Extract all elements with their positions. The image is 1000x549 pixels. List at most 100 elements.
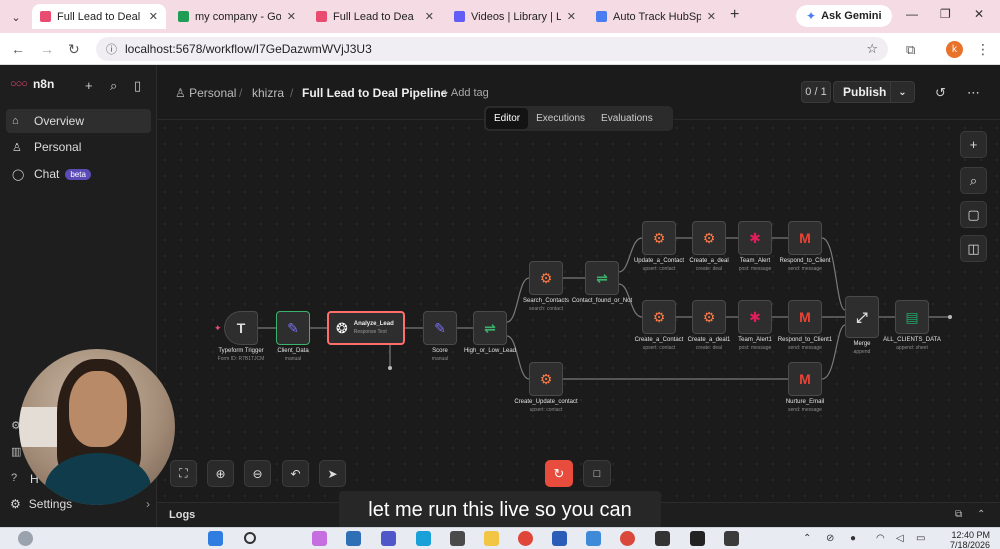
publish-button[interactable]: Publish ⌄ bbox=[833, 81, 915, 103]
breadcrumb-folder[interactable]: khizra bbox=[252, 86, 284, 100]
node-typeform[interactable]: T bbox=[224, 311, 258, 345]
node-team-alert[interactable]: ✱ bbox=[738, 221, 772, 255]
undo-button[interactable]: ↶ bbox=[282, 460, 309, 487]
copilot-icon[interactable] bbox=[312, 531, 327, 546]
tab-evaluations[interactable]: Evaluations bbox=[593, 108, 661, 129]
node-analyze[interactable]: ❂ Analyze_Lead Response Text bbox=[327, 311, 405, 345]
notepad-icon[interactable] bbox=[586, 531, 601, 546]
node-update-contact[interactable]: ⚙ bbox=[642, 221, 676, 255]
sidebar-item-personal[interactable]: ♙ Personal bbox=[6, 135, 151, 159]
search-icon[interactable]: ⌕ bbox=[110, 78, 117, 94]
popout-icon[interactable]: ⧉ bbox=[955, 509, 962, 520]
node-client-data[interactable]: ✎ bbox=[276, 311, 310, 345]
node-merge[interactable]: ⤢ bbox=[845, 296, 879, 338]
browser-tab-2[interactable]: my company - Goo ✕ bbox=[170, 4, 304, 29]
help-icon[interactable]: ? bbox=[11, 472, 17, 484]
close-tab-icon[interactable]: ✕ bbox=[287, 10, 296, 23]
notifications-off-icon[interactable]: ⊘ bbox=[826, 533, 834, 544]
ask-gemini-button[interactable]: ✦ Ask Gemini bbox=[796, 5, 892, 27]
close-tab-icon[interactable]: ✕ bbox=[425, 10, 434, 23]
node-nurture[interactable]: M bbox=[788, 362, 822, 396]
bookmark-star-icon[interactable]: ☆ bbox=[866, 41, 878, 57]
word-icon[interactable] bbox=[552, 531, 567, 546]
tab-search-icon[interactable]: ⌄ bbox=[6, 7, 26, 27]
run-workflow-button[interactable]: ↻ bbox=[545, 460, 573, 487]
chrome-profile-icon[interactable] bbox=[620, 531, 635, 546]
tab-executions[interactable]: Executions bbox=[528, 108, 593, 129]
address-bar[interactable]: ⓘ localhost:5678/workflow/I7GeDazwmWVjJ3… bbox=[96, 37, 888, 61]
chevron-down-icon[interactable]: ⌄ bbox=[890, 82, 914, 102]
volume-icon[interactable]: ◁ bbox=[896, 533, 904, 544]
n8n-logo[interactable]: ○○○ n8n bbox=[10, 77, 54, 91]
toggle-panel-button[interactable]: ◫ bbox=[960, 235, 987, 262]
chrome-icon[interactable] bbox=[518, 531, 533, 546]
windows-start-icon[interactable] bbox=[208, 531, 223, 546]
browser-tab-1[interactable]: Full Lead to Deal ✕ bbox=[32, 4, 166, 29]
add-tag-button[interactable]: + Add tag bbox=[442, 87, 489, 99]
close-tab-icon[interactable]: ✕ bbox=[707, 10, 716, 23]
breadcrumb-personal[interactable]: ♙ Personal bbox=[175, 86, 236, 100]
browser-tab-3[interactable]: Full Lead to Dea ✕ bbox=[308, 4, 442, 29]
weather-icon[interactable] bbox=[18, 531, 33, 546]
search-icon[interactable] bbox=[244, 532, 256, 544]
node-high-low[interactable]: ⇌ bbox=[473, 311, 507, 345]
chevron-up-icon[interactable]: ⌃ bbox=[977, 509, 985, 520]
node-create-update[interactable]: ⚙ bbox=[529, 362, 563, 396]
back-arrow-icon[interactable]: ← bbox=[11, 41, 25, 57]
node-respond1[interactable]: M bbox=[788, 300, 822, 334]
zoom-in-button[interactable]: ⊕ bbox=[207, 460, 234, 487]
settings-app-icon[interactable] bbox=[655, 531, 670, 546]
zoom-out-button[interactable]: ⊖ bbox=[244, 460, 271, 487]
collapse-sidebar-icon[interactable]: ▯ bbox=[134, 78, 141, 94]
fit-view-button[interactable]: ⛶ bbox=[170, 460, 197, 487]
add-node-button[interactable]: + bbox=[960, 131, 987, 158]
close-tab-icon[interactable]: ✕ bbox=[149, 10, 158, 23]
restore-icon[interactable]: ❐ bbox=[940, 7, 951, 21]
store-icon[interactable] bbox=[346, 531, 361, 546]
microphone-icon[interactable]: ● bbox=[850, 533, 856, 544]
node-create-contact[interactable]: ⚙ bbox=[642, 300, 676, 334]
browser-tab-4[interactable]: Videos | Library | Lo ✕ bbox=[446, 4, 584, 29]
profile-avatar[interactable]: k bbox=[946, 41, 963, 58]
wifi-icon[interactable]: ◠ bbox=[876, 533, 885, 544]
node-create-deal1[interactable]: ⚙ bbox=[692, 300, 726, 334]
tidy-up-button[interactable]: ➤ bbox=[319, 460, 346, 487]
sticky-note-button[interactable]: ▢ bbox=[960, 201, 987, 228]
search-nodes-button[interactable]: ⌕ bbox=[960, 167, 987, 194]
terminal-icon[interactable] bbox=[690, 531, 705, 546]
close-window-icon[interactable]: ✕ bbox=[974, 7, 984, 21]
battery-icon[interactable]: ▭ bbox=[916, 533, 925, 544]
history-icon[interactable]: ↺ bbox=[935, 85, 946, 101]
stop-button[interactable]: □ bbox=[583, 460, 611, 487]
n8n-favicon-icon bbox=[316, 11, 327, 22]
system-clock[interactable]: 12:40 PM 7/18/2026 bbox=[940, 530, 990, 549]
workflow-title[interactable]: Full Lead to Deal Pipeline bbox=[302, 86, 447, 100]
extensions-icon[interactable]: ⧉ bbox=[906, 42, 915, 58]
node-search[interactable]: ⚙ bbox=[529, 261, 563, 295]
edge-icon[interactable] bbox=[416, 531, 431, 546]
close-tab-icon[interactable]: ✕ bbox=[567, 10, 576, 23]
node-all-clients[interactable]: ▤ bbox=[895, 300, 929, 334]
teams-icon[interactable] bbox=[381, 531, 396, 546]
chevron-up-icon[interactable]: ⌃ bbox=[803, 533, 811, 544]
breadcrumb-separator: / bbox=[239, 86, 243, 100]
forward-arrow-icon[interactable]: → bbox=[40, 41, 54, 57]
sidebar-item-chat[interactable]: ◯ Chat beta bbox=[6, 162, 151, 186]
browser-menu-icon[interactable]: ⋮ bbox=[976, 41, 990, 58]
browser-tab-5[interactable]: Auto Track HubSpo ✕ bbox=[588, 4, 724, 29]
reload-icon[interactable]: ↻ bbox=[68, 41, 80, 58]
file-explorer-icon[interactable] bbox=[484, 531, 499, 546]
node-create-deal[interactable]: ⚙ bbox=[692, 221, 726, 255]
node-respond[interactable]: M bbox=[788, 221, 822, 255]
sidebar-item-overview[interactable]: ⌂ Overview bbox=[6, 109, 151, 133]
more-options-icon[interactable]: ⋯ bbox=[967, 85, 980, 101]
site-info-icon[interactable]: ⓘ bbox=[106, 41, 117, 57]
tab-editor[interactable]: Editor bbox=[486, 108, 529, 129]
node-team-alert1[interactable]: ✱ bbox=[738, 300, 772, 334]
app-icon[interactable] bbox=[450, 531, 465, 546]
add-icon[interactable]: + bbox=[85, 78, 93, 93]
minimize-icon[interactable]: — bbox=[906, 7, 918, 21]
new-tab-icon[interactable]: + bbox=[730, 6, 739, 24]
node-score[interactable]: ✎ bbox=[423, 311, 457, 345]
recorder-icon[interactable] bbox=[724, 531, 739, 546]
